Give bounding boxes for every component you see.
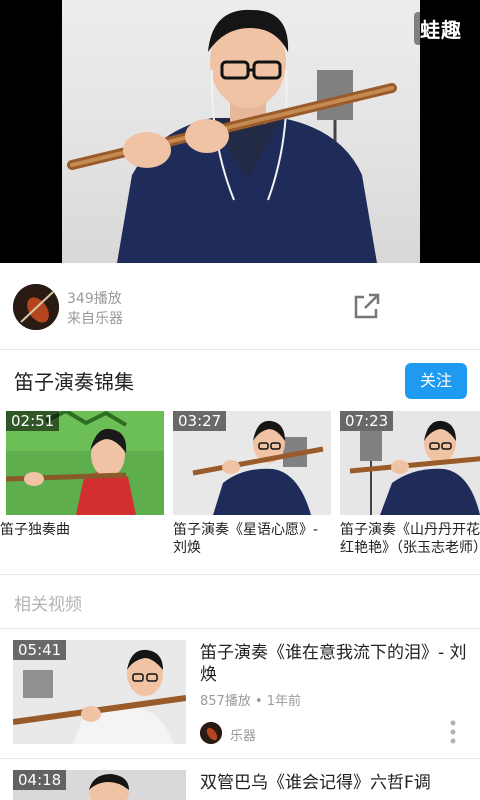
collection-title: 笛子演奏锦集 [14, 370, 134, 394]
play-count: 349播放 [67, 291, 122, 307]
related-video-meta: 857播放 • 1年前 [200, 694, 302, 709]
collection-carousel[interactable]: 02:51 笛子独奏曲 03:27 笛子演奏《星语心愿》- 刘焕 07:23 笛… [0, 411, 480, 573]
related-section-title: 相关视频 [14, 595, 82, 615]
share-button[interactable] [350, 289, 384, 323]
related-video-title: 笛子演奏《谁在意我流下的泪》- 刘焕 [200, 643, 467, 685]
share-icon [354, 293, 380, 319]
duration-badge: 02:51 [6, 411, 60, 431]
related-video-title: 双管巴乌《谁会记得》六哲F调 [200, 773, 431, 793]
collection-thumbnail: 02:51 [6, 411, 164, 515]
channel-avatar[interactable] [13, 284, 59, 330]
violin-avatar-image [200, 722, 222, 744]
channel-avatar[interactable] [200, 722, 222, 744]
collection-card[interactable]: 03:27 笛子演奏《星语心愿》- 刘焕 [173, 411, 331, 557]
follow-button[interactable]: 关注 [405, 363, 467, 399]
duration-badge: 05:41 [13, 640, 67, 660]
related-thumbnail: 05:41 [13, 640, 186, 744]
collection-thumbnail: 07:23 [340, 411, 480, 515]
duration-badge: 07:23 [340, 411, 394, 431]
duration-badge: 04:18 [13, 770, 67, 790]
video-still-image [67, 9, 397, 263]
collection-card[interactable]: 07:23 笛子演奏《山丹丹开花红艳艳》（张玉志老师） [340, 411, 480, 557]
related-video-item[interactable]: 04:18 双管巴乌《谁会记得》六哲F调 [0, 770, 480, 800]
violin-avatar-image [13, 284, 59, 330]
section-divider [0, 574, 480, 575]
duration-badge: 03:27 [173, 411, 227, 431]
more-vertical-icon [450, 720, 456, 744]
card-title: 笛子独奏曲 [0, 522, 70, 538]
item-divider [0, 758, 480, 759]
source-label: 来自乐器 [67, 311, 123, 327]
collection-thumbnail: 03:27 [173, 411, 331, 515]
card-title: 笛子演奏《山丹丹开花红艳艳》（张玉志老师） [340, 522, 480, 556]
collection-card[interactable]: 02:51 笛子独奏曲 [0, 411, 164, 539]
card-title: 笛子演奏《星语心愿》- 刘焕 [173, 522, 319, 556]
related-video-item[interactable]: 05:41 笛子演奏《谁在意我流下的泪》- 刘焕 857播放 • 1年前 乐器 [0, 640, 480, 750]
video-player[interactable]: 蛙趣 [0, 0, 480, 263]
uploader-row: 349播放 来自乐器 [0, 263, 480, 350]
watermark-logo: 蛙趣 [414, 12, 468, 45]
section-divider [0, 628, 480, 629]
related-thumbnail: 04:18 [13, 770, 186, 800]
more-options-button[interactable] [450, 720, 456, 744]
source-name: 乐器 [230, 729, 257, 744]
video-frame [62, 0, 420, 263]
